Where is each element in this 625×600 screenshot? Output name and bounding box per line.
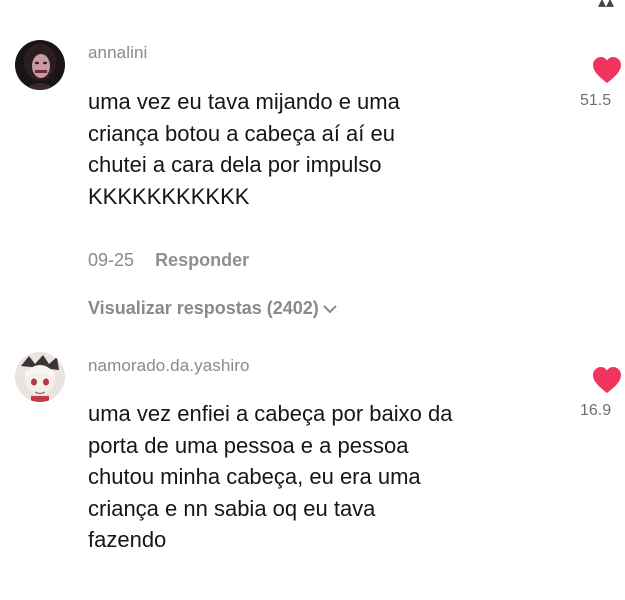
comment-username[interactable]: namorado.da.yashiro bbox=[88, 356, 250, 376]
comment-date: 09-25 bbox=[88, 250, 135, 270]
comment-meta: 09-25 Responder bbox=[88, 250, 249, 271]
user-avatar-dark-hair-icon bbox=[15, 40, 65, 90]
comment-line: criança botou a cabeça aí aí eu bbox=[88, 120, 395, 146]
like-count: 51.5 bbox=[580, 92, 612, 109]
avatar[interactable] bbox=[15, 40, 65, 90]
cropped-icon: ▴▴ bbox=[598, 0, 615, 11]
comment-line: KKKKKKKKKKK bbox=[88, 183, 250, 209]
user-avatar-anime-icon bbox=[15, 352, 65, 402]
like-count: 16.9 bbox=[580, 402, 612, 419]
comment-line: chutou minha cabeça, eu era uma bbox=[88, 464, 421, 489]
comment-text: uma vez enfiei a cabeça por baixo da por… bbox=[88, 398, 558, 556]
view-replies-label: Visualizar respostas (2402) bbox=[88, 298, 319, 318]
view-replies-button[interactable]: Visualizar respostas (2402) bbox=[88, 298, 337, 319]
comment-line: chutei a cara dela por impulso bbox=[88, 152, 382, 177]
heart-icon bbox=[593, 57, 621, 83]
comment-line: fazendo bbox=[88, 527, 167, 552]
comment-line: porta de uma pessoa e a pessoa bbox=[88, 432, 409, 458]
comment-line: criança e nn sabia oq eu tava bbox=[88, 495, 376, 521]
comment-text: uma vez eu tava mijando e uma criança bo… bbox=[88, 86, 558, 212]
comment-line: uma vez eu tava mijando e uma bbox=[88, 89, 400, 114]
avatar[interactable] bbox=[15, 352, 65, 402]
chevron-down-icon bbox=[323, 298, 337, 319]
heart-icon bbox=[593, 367, 621, 393]
reply-button[interactable]: Responder bbox=[155, 250, 249, 270]
comment-username[interactable]: annalini bbox=[88, 43, 147, 63]
comment-line: uma vez enfiei a cabeça por baixo da bbox=[88, 401, 453, 426]
